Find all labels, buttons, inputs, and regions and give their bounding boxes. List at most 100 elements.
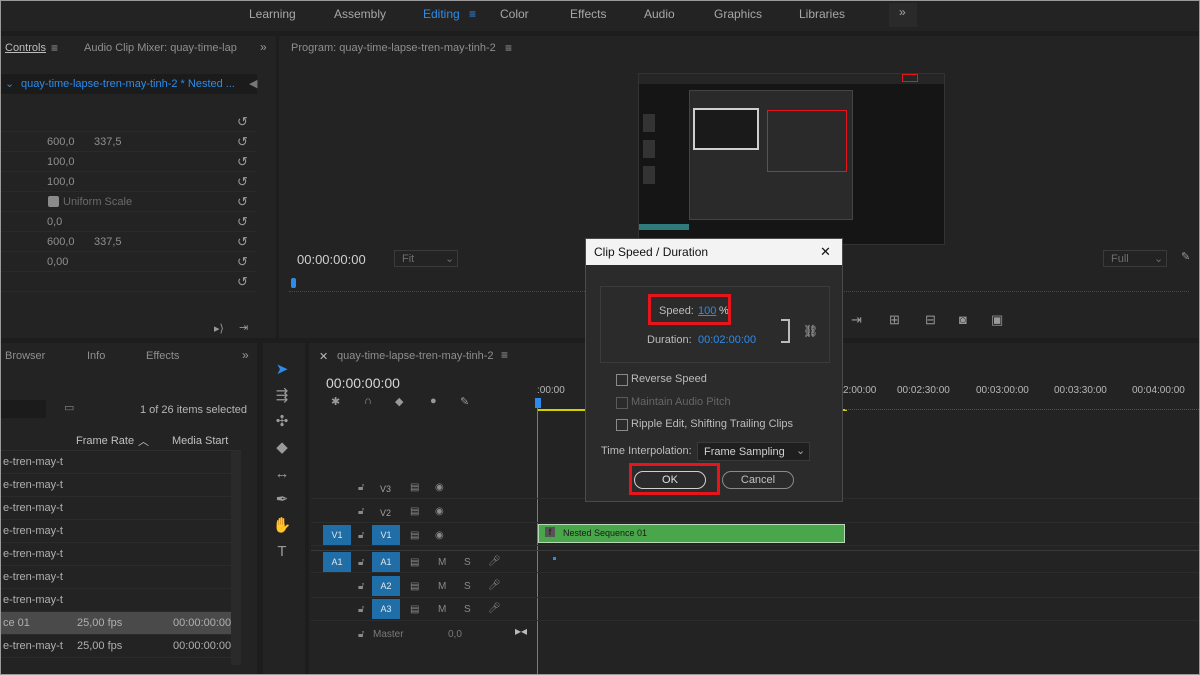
extract-icon[interactable]: ⊟ (925, 312, 936, 328)
pen-tool-icon[interactable]: ✒ (271, 489, 293, 511)
duration-value[interactable]: 00:02:00:00 (698, 334, 756, 346)
quality-dropdown[interactable]: Full ⌄ (1103, 250, 1167, 267)
property-value[interactable]: 600,0 (47, 236, 75, 248)
reset-icon[interactable]: ↺ (237, 134, 248, 150)
project-item-row[interactable]: e-tren-may-t (1, 566, 241, 589)
workspace-graphics[interactable]: Graphics (714, 7, 762, 21)
razor-tool-icon[interactable]: ◆ (271, 437, 293, 459)
project-item-row[interactable]: e-tren-may-t 25,00 fps 00:00:00:00 (1, 635, 241, 658)
marker-icon[interactable]: ● (430, 395, 437, 407)
timeline-tab[interactable]: quay-time-lapse-tren-may-tinh-2 (337, 350, 494, 362)
timeline-menu-icon[interactable]: ≡ (501, 348, 508, 362)
property-value[interactable]: 100,0 (47, 156, 75, 168)
mic-icon[interactable]: 🎤︎ (488, 603, 501, 614)
interp-dropdown[interactable]: Frame Sampling ⌄ (697, 442, 810, 461)
ripple-edit-checkbox[interactable] (616, 419, 628, 431)
wrench-icon[interactable]: ✎ (1181, 250, 1190, 263)
lift-icon[interactable]: ⊞ (889, 312, 900, 328)
ripple-edit-tool-icon[interactable]: ✣ (271, 411, 293, 433)
project-item-row[interactable]: e-tren-may-t (1, 520, 241, 543)
uniform-scale-checkbox[interactable] (48, 196, 59, 207)
camera-icon[interactable]: ◙ (959, 312, 967, 327)
lock-icon[interactable]: 🔓︎ (358, 506, 364, 517)
selection-tool-icon[interactable]: ➤ (271, 359, 293, 381)
mute-button[interactable]: M (438, 581, 446, 592)
bin-icon[interactable]: ▭ (64, 401, 74, 414)
reset-icon[interactable]: ↺ (237, 194, 248, 210)
slip-tool-icon[interactable]: ↔ (271, 463, 293, 485)
property-value[interactable]: 600,0 (47, 136, 75, 148)
unlink-icon[interactable]: ⛓ (803, 324, 818, 338)
workspace-editing[interactable]: Editing (423, 7, 460, 21)
workspace-effects[interactable]: Effects (570, 7, 606, 21)
workspace-audio[interactable]: Audio (644, 7, 675, 21)
close-icon[interactable]: ✕ (820, 244, 831, 260)
lock-icon[interactable]: 🔓︎ (358, 530, 364, 541)
lock-icon[interactable]: 🔓︎ (358, 557, 364, 568)
tab-effect-controls[interactable]: Controls (5, 42, 46, 54)
reset-icon[interactable]: ↺ (237, 274, 248, 290)
reverse-speed-checkbox[interactable] (616, 374, 628, 386)
track-v2[interactable] (311, 500, 1199, 523)
program-timecode[interactable]: 00:00:00:00 (297, 252, 366, 267)
eye-icon[interactable]: ◉ (435, 530, 444, 541)
project-item-row[interactable]: e-tren-may-t (1, 474, 241, 497)
type-tool-icon[interactable]: T (271, 541, 293, 563)
eye-icon[interactable]: ◉ (435, 482, 444, 493)
workspace-color[interactable]: Color (500, 7, 529, 21)
mute-button[interactable]: M (438, 604, 446, 615)
tab-media-browser[interactable]: Browser (5, 350, 45, 362)
timeline-clip[interactable]: f Nested Sequence 01 (538, 524, 845, 543)
lock-icon[interactable]: 🔓︎ (358, 482, 364, 493)
maintain-pitch-checkbox[interactable] (616, 397, 628, 409)
lock-icon[interactable]: 🔓︎ (358, 581, 364, 592)
reset-icon[interactable]: ↺ (237, 214, 248, 230)
property-value[interactable]: 100,0 (47, 176, 75, 188)
track-select-tool-icon[interactable]: ⇶ (271, 385, 293, 407)
reset-icon[interactable]: ↺ (237, 154, 248, 170)
source-v1-patch[interactable]: V1 (323, 525, 351, 545)
reset-icon[interactable]: ↺ (237, 254, 248, 270)
property-value[interactable]: 0,0 (47, 216, 62, 228)
workspace-assembly[interactable]: Assembly (334, 7, 386, 21)
chevron-down-icon[interactable]: ⌄ (5, 77, 14, 90)
mic-icon[interactable]: 🎤︎ (488, 556, 501, 567)
sync-lock-icon[interactable]: ▤ (410, 557, 419, 568)
mute-button[interactable]: M (438, 557, 446, 568)
timeline-playhead[interactable] (535, 398, 541, 408)
project-item-row[interactable]: e-tren-may-t (1, 451, 241, 474)
project-item-row[interactable]: e-tren-may-t (1, 497, 241, 520)
reset-icon[interactable]: ↺ (237, 114, 248, 130)
panel-overflow-icon[interactable]: » (242, 348, 249, 362)
master-value[interactable]: 0,0 (448, 629, 462, 640)
property-value[interactable]: 337,5 (94, 236, 122, 248)
reset-icon[interactable]: ↺ (237, 234, 248, 250)
timeline-settings-icon[interactable]: ✎ (460, 395, 469, 408)
property-value[interactable]: 337,5 (94, 136, 122, 148)
tab-audio-clip-mixer[interactable]: Audio Clip Mixer: quay-time-lap (84, 42, 237, 54)
linked-selection-icon[interactable]: ∩ (364, 395, 372, 407)
add-marker-icon[interactable]: ◆ (395, 395, 403, 408)
track-label-a1[interactable]: A1 (372, 552, 400, 572)
col-frame-rate[interactable]: Frame Rate (76, 435, 134, 447)
track-label-a3[interactable]: A3 (372, 599, 400, 619)
more-workspaces-icon[interactable]: » (899, 5, 906, 19)
fit-dropdown[interactable]: Fit ⌄ (394, 250, 458, 267)
col-media-start[interactable]: Media Start (172, 435, 228, 447)
lock-icon[interactable]: 🔓︎ (358, 604, 364, 615)
mic-icon[interactable]: 🎤︎ (488, 580, 501, 591)
workspace-learning[interactable]: Learning (249, 7, 296, 21)
sync-lock-icon[interactable]: ▤ (410, 506, 419, 517)
solo-button[interactable]: S (464, 581, 471, 592)
tab-effects[interactable]: Effects (146, 350, 179, 362)
filter-icon[interactable]: ▸⟩ (214, 322, 224, 335)
export-icon[interactable]: ⇥ (239, 321, 248, 334)
snap-icon[interactable]: ✱ (331, 395, 340, 408)
sort-up-icon[interactable]: ︿ (138, 433, 149, 449)
insert-icon[interactable]: ⇥ (851, 312, 862, 328)
project-scrollbar[interactable] (231, 451, 241, 665)
sync-lock-icon[interactable]: ▤ (410, 604, 419, 615)
play-only-icon[interactable]: ◀ (249, 77, 257, 90)
panel-overflow-icon[interactable]: » (260, 40, 267, 54)
eye-icon[interactable]: ◉ (435, 506, 444, 517)
